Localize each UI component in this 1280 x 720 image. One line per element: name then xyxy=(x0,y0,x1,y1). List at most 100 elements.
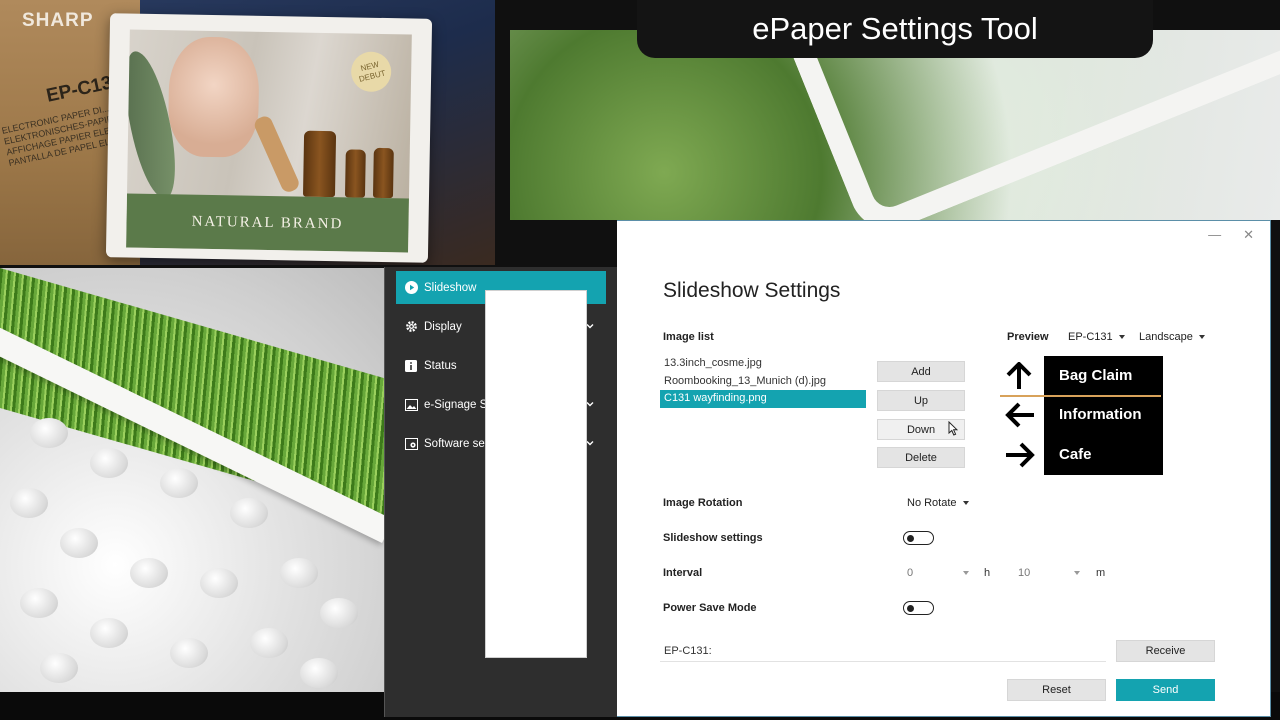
video-frame: SHARP EP-C131 ELECTRONIC PAPER DI... ELE… xyxy=(0,0,1280,720)
pellet xyxy=(300,658,338,688)
brush xyxy=(252,113,302,195)
sidebar-item-label: Slideshow xyxy=(424,281,477,294)
chevron-down-icon xyxy=(586,321,594,329)
arrow-left-icon xyxy=(1005,402,1034,428)
minutes-unit: m xyxy=(1096,567,1106,579)
pellet xyxy=(130,558,168,588)
pellet xyxy=(20,588,58,618)
chevron-down-icon xyxy=(586,399,594,407)
power-save-label: Power Save Mode xyxy=(663,602,757,614)
title-banner: ePaper Settings Tool xyxy=(637,0,1153,58)
info-icon xyxy=(404,359,418,373)
gear-icon xyxy=(404,320,418,334)
page-title: Slideshow Settings xyxy=(663,279,841,302)
interval-hours-dropdown[interactable]: 0 xyxy=(907,567,969,579)
dropdown-value: EP-C131 xyxy=(1068,331,1113,343)
bottle xyxy=(372,147,394,199)
preview-orientation-dropdown[interactable]: Landscape xyxy=(1139,331,1205,343)
app-main-pane: — ✕ Slideshow Settings Image list 13.3in… xyxy=(617,220,1271,717)
list-item[interactable]: Roombooking_13_Munich (d).jpg xyxy=(660,373,866,391)
preview-row: Information xyxy=(1044,395,1163,434)
caret-down-icon xyxy=(963,571,969,575)
caret-down-icon xyxy=(962,501,969,505)
pellet xyxy=(60,528,98,558)
tablet-edge xyxy=(770,30,1280,220)
pellet xyxy=(30,418,68,448)
blank-overlay-panel xyxy=(485,290,587,658)
sidebar-item-label: e-Signage S xyxy=(424,398,488,411)
preview-row: Bag Claim xyxy=(1044,356,1163,395)
delete-button[interactable]: Delete xyxy=(877,447,965,468)
carton-brand: SHARP xyxy=(22,10,94,31)
grass-pellets-photo xyxy=(0,268,384,692)
toggle-knob xyxy=(907,534,914,542)
dropdown-value: Landscape xyxy=(1139,331,1193,343)
slideshow-toggle[interactable] xyxy=(903,531,934,545)
arrow-up-icon xyxy=(1006,362,1032,389)
sidebar-item-label: Display xyxy=(424,320,462,333)
receive-button[interactable]: Receive xyxy=(1116,640,1215,662)
preview-row: Cafe xyxy=(1044,435,1163,474)
model-face xyxy=(167,36,260,158)
toggle-knob xyxy=(907,604,914,612)
status-line: EP-C131: xyxy=(660,640,1106,662)
bottle xyxy=(302,130,337,198)
slideshow-settings-label: Slideshow settings xyxy=(663,532,763,544)
list-item[interactable]: 13.3inch_cosme.jpg xyxy=(660,355,866,373)
epaper-screen: NEW DEBUT NATURAL BRAND xyxy=(126,29,412,253)
image-icon xyxy=(404,398,418,412)
epaper-frame: NEW DEBUT NATURAL BRAND xyxy=(105,13,433,263)
bottle xyxy=(344,149,366,198)
close-button[interactable]: ✕ xyxy=(1243,227,1254,243)
pellet xyxy=(230,498,268,528)
pellet xyxy=(200,568,238,598)
pellet xyxy=(280,558,318,588)
pellet xyxy=(320,598,358,628)
preview-divider xyxy=(1000,395,1161,397)
window-controls: — ✕ xyxy=(1208,227,1254,243)
preview-arrow-column xyxy=(1000,356,1040,475)
pellet xyxy=(10,488,48,518)
power-save-toggle[interactable] xyxy=(903,601,934,615)
interval-minutes-dropdown[interactable]: 10 xyxy=(1018,567,1080,579)
dropdown-value: No Rotate xyxy=(907,497,957,509)
preview-row-text: Information xyxy=(1059,406,1142,423)
caret-down-icon xyxy=(1198,335,1205,339)
chevron-down-icon xyxy=(586,438,594,446)
add-button[interactable]: Add xyxy=(877,361,965,382)
arrow-right-icon xyxy=(1006,442,1035,468)
product-box-photo: SHARP EP-C131 ELECTRONIC PAPER DI... ELE… xyxy=(0,0,495,265)
hours-unit: h xyxy=(984,567,991,579)
pellet xyxy=(160,468,198,498)
rotation-dropdown[interactable]: No Rotate xyxy=(907,497,969,509)
play-icon xyxy=(404,281,418,295)
dropdown-value: 10 xyxy=(1018,567,1031,579)
preview-row-text: Bag Claim xyxy=(1059,367,1133,384)
dropdown-value: 0 xyxy=(907,567,914,579)
preview-row-text: Cafe xyxy=(1059,446,1092,463)
mouse-cursor-icon xyxy=(948,421,958,436)
pellet xyxy=(250,628,288,658)
list-item-selected[interactable]: C131 wayfinding.png xyxy=(660,390,866,408)
pellet xyxy=(90,618,128,648)
preview-model-dropdown[interactable]: EP-C131 xyxy=(1068,331,1125,343)
up-button[interactable]: Up xyxy=(877,390,965,411)
reset-button[interactable]: Reset xyxy=(1007,679,1106,701)
tablet-leaf-photo xyxy=(510,30,1280,220)
new-badge: NEW DEBUT xyxy=(346,47,396,97)
preview-image: Bag Claim Information Cafe xyxy=(1044,356,1163,475)
image-list[interactable]: 13.3inch_cosme.jpg Roombooking_13_Munich… xyxy=(660,355,866,408)
caret-down-icon xyxy=(1074,571,1080,575)
sidebar-item-label: Software set xyxy=(424,437,488,450)
pellet xyxy=(90,448,128,478)
app-sidebar: Slideshow Display Status e-Signage S Sof… xyxy=(384,267,617,717)
image-list-label: Image list xyxy=(663,331,714,343)
preview-label: Preview xyxy=(1007,331,1049,343)
send-button[interactable]: Send xyxy=(1116,679,1215,701)
software-settings-icon xyxy=(404,437,418,451)
image-rotation-label: Image Rotation xyxy=(663,497,743,509)
sidebar-item-label: Status xyxy=(424,359,457,372)
minimize-button[interactable]: — xyxy=(1208,227,1221,243)
pellet xyxy=(40,653,78,683)
caret-down-icon xyxy=(1118,335,1125,339)
